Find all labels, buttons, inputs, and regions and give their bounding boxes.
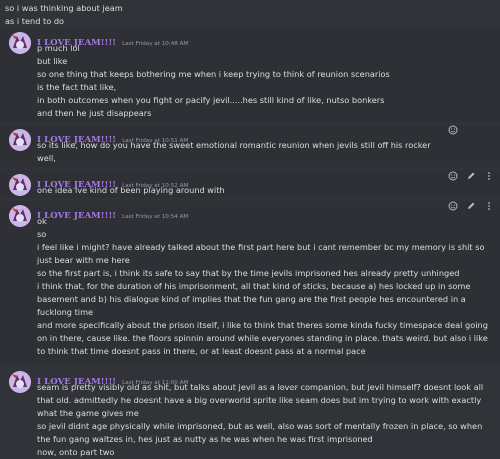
text-segment: seam is pretty visibly old as shit, but … [37,382,278,392]
message-line: well, [37,153,56,163]
pencil-icon[interactable] [466,171,476,181]
message-group[interactable]: I LOVE JEAM!!!! Last Friday at 11:00 AM s… [0,367,500,457]
avatar[interactable] [9,205,31,227]
message-group[interactable]: I LOVE JEAM!!!! Last Friday at 10:52 AM o… [0,170,500,198]
message-body: so its like, how do you have the sweet e… [37,139,492,165]
message-line: i feel like i might? have already talked… [37,242,485,265]
message-actions [448,201,494,215]
message-line: and more specifically about the prison i… [37,320,488,356]
avatar[interactable] [9,174,31,196]
message-body: ok so i feel like i might? have already … [37,215,492,358]
message-line: ok [37,216,47,226]
message-line: so one thing that keeps bothering me whe… [37,69,390,79]
message-body: seam is pretty visibly old as shit, but … [37,381,492,459]
message-line: and then he just disappears [37,108,152,118]
add-reaction-icon[interactable] [448,201,458,211]
message-line: so [37,229,47,239]
previous-messages: so i was thinking about jeam as i tend t… [5,2,123,28]
avatar[interactable] [9,32,31,54]
message-line: i think that, for the duration of his im… [37,281,471,317]
message-line: p much lol [37,43,80,53]
add-reaction-icon[interactable] [448,125,458,135]
message-line: as i tend to do [5,16,65,26]
avatar[interactable] [9,371,31,393]
more-icon[interactable] [484,171,494,181]
message-line: so jevil didnt age physically while impr… [37,421,483,444]
message-line: seam is pretty visibly old as shit, but … [37,381,492,420]
more-icon[interactable] [484,201,494,211]
pencil-icon[interactable] [466,201,476,211]
message-line: but like [37,56,68,66]
message-line: one idea ive kind of been playing around… [37,185,225,195]
add-reaction-icon[interactable] [448,171,458,181]
message-line: so the first part is, i think its safe t… [37,268,460,278]
message-line: in both outcomes when you fight or pacif… [37,95,385,105]
avatar[interactable] [9,129,31,151]
message-group[interactable]: I LOVE JEAM!!!! Last Friday at 10:51 AM s… [0,125,500,167]
strikethrough-text: lover [277,382,298,392]
message-group[interactable]: I LOVE JEAM!!!! Last Friday at 10:54 AM o… [0,201,500,363]
message-body: p much lol but like so one thing that ke… [37,42,492,120]
message-line: now, onto part two [37,447,115,457]
message-actions [448,125,458,139]
message-line: so its like, how do you have the sweet e… [37,140,431,150]
message-actions [448,171,494,185]
message-line: is the fact that like, [37,82,117,92]
message-body: one idea ive kind of been playing around… [37,184,492,197]
message-line: so i was thinking about jeam [5,3,123,13]
message-group[interactable]: I LOVE JEAM!!!! Last Friday at 10:48 AM p… [0,28,500,122]
